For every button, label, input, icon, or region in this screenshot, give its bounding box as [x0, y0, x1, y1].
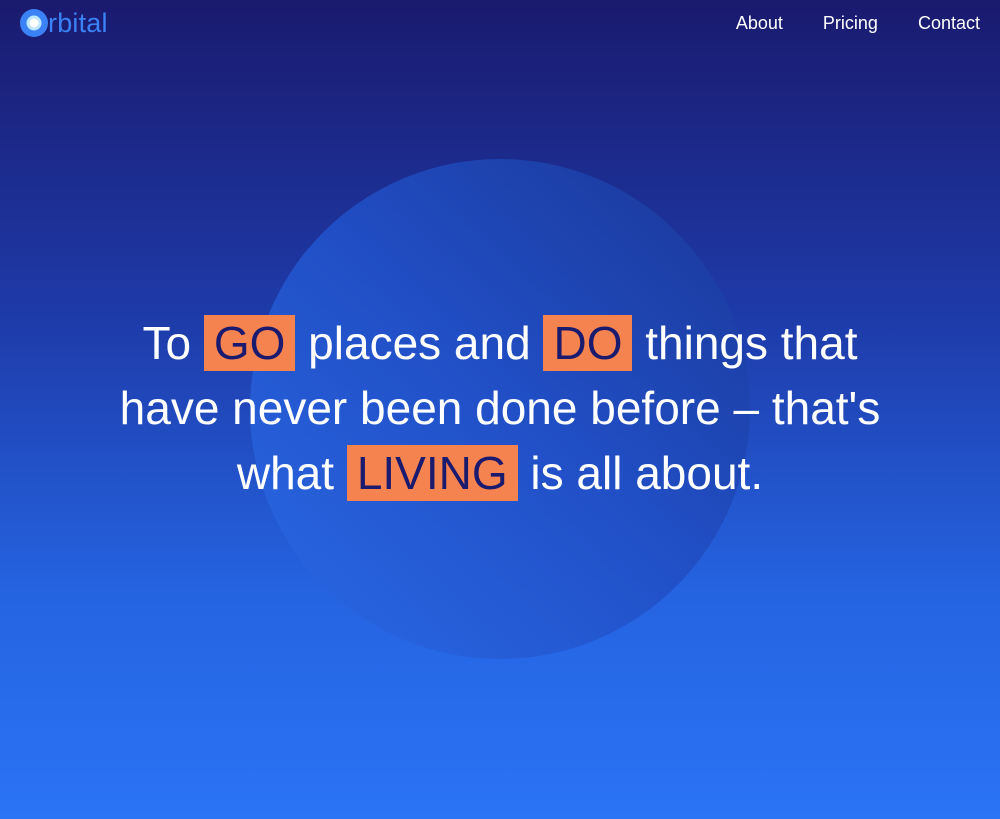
nav-link-contact[interactable]: Contact: [918, 10, 980, 36]
headline-text: have never been done before – that's: [119, 382, 881, 434]
highlight-do: DO: [543, 315, 633, 371]
highlight-living: LIVING: [346, 445, 518, 501]
brand-name: rbital: [48, 8, 108, 38]
headline-text: places and: [295, 317, 544, 369]
top-navigation-bar: rbital About Pricing Contact: [0, 0, 1000, 46]
nav-link-about[interactable]: About: [736, 10, 783, 36]
highlight-go: GO: [203, 315, 296, 371]
orbital-ring-icon: [20, 9, 48, 37]
headline-text: To: [142, 317, 204, 369]
brand-logo-link[interactable]: rbital: [20, 7, 108, 39]
hero-headline: To GO places and DO things that have neve…: [80, 311, 920, 506]
headline-text: things that: [632, 317, 858, 369]
headline-text: is all about.: [517, 447, 764, 499]
main-nav: About Pricing Contact: [736, 10, 980, 36]
nav-link-pricing[interactable]: Pricing: [823, 10, 878, 36]
headline-text: what: [236, 447, 347, 499]
